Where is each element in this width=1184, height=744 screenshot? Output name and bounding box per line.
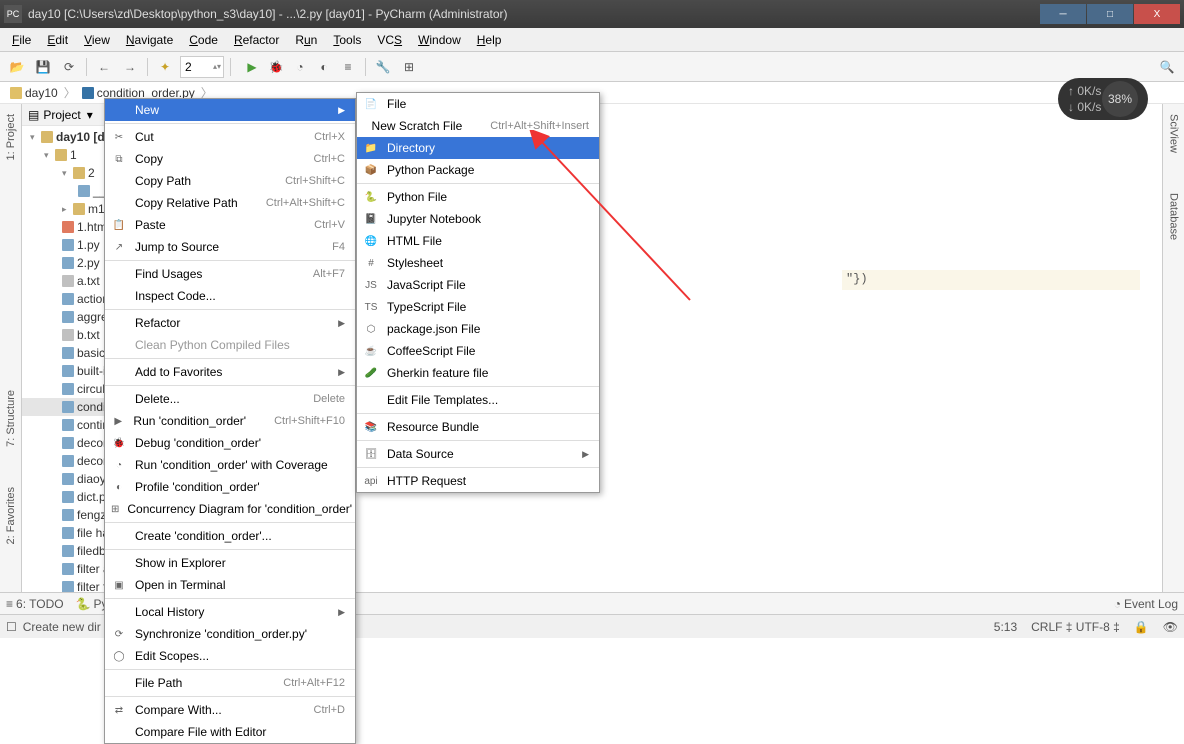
menu-item-stylesheet[interactable]: #Stylesheet <box>357 252 599 274</box>
menu-item-javascript-file[interactable]: JSJavaScript File <box>357 274 599 296</box>
menu-item-open-in-terminal[interactable]: ▣Open in Terminal <box>105 574 355 596</box>
menu-item-copy-path[interactable]: Copy PathCtrl+Shift+C <box>105 170 355 192</box>
layout-icon[interactable]: ≡ <box>337 56 359 78</box>
sciview-tool-button[interactable]: SciView <box>1168 114 1180 153</box>
network-widget[interactable]: ↑ 0K/s ↓ 0K/s 38% <box>1058 78 1148 120</box>
event-log-button[interactable]: ◔ Event Log <box>1114 597 1178 611</box>
context-menu-main[interactable]: New▶ ✂CutCtrl+X⧉CopyCtrl+CCopy PathCtrl+S… <box>104 98 356 744</box>
left-tool-gutter: 1: Project 7: Structure 2: Favorites <box>0 104 22 604</box>
menu-item-find-usages[interactable]: Find UsagesAlt+F7 <box>105 263 355 285</box>
menu-item-copy[interactable]: ⧉CopyCtrl+C <box>105 148 355 170</box>
toolbar: 📂 💾 ⟳ ← → ✦ ▴▾ ▶ 🐞 ◔ ◐ ≡ 🔧 ⊞ 🔍 <box>0 52 1184 82</box>
open-icon[interactable]: 📂 <box>6 56 28 78</box>
menu-window[interactable]: Window <box>410 33 469 47</box>
menu-item-profile-condition-order-[interactable]: ◐Profile 'condition_order' <box>105 476 355 498</box>
menu-item-jump-to-source[interactable]: ↗Jump to SourceF4 <box>105 236 355 258</box>
menu-item-resource-bundle[interactable]: 📚Resource Bundle <box>357 416 599 438</box>
spinner-input[interactable]: ▴▾ <box>180 56 224 78</box>
status-position[interactable]: 5:13 <box>994 620 1017 634</box>
menu-item-local-history[interactable]: Local History▶ <box>105 601 355 623</box>
context-menu-new[interactable]: 📄FileNew Scratch FileCtrl+Alt+Shift+Inse… <box>356 92 600 493</box>
profile-icon[interactable]: ◐ <box>313 56 335 78</box>
menu-item-refactor[interactable]: Refactor▶ <box>105 312 355 334</box>
search-icon[interactable]: 🔍 <box>1156 56 1178 78</box>
status-lock-icon[interactable]: 🔒 <box>1134 620 1149 634</box>
menu-file[interactable]: File <box>4 33 39 47</box>
menu-navigate[interactable]: Navigate <box>118 33 181 47</box>
menu-item-new-scratch-file[interactable]: New Scratch FileCtrl+Alt+Shift+Insert <box>357 115 599 137</box>
menu-item-file-path[interactable]: File PathCtrl+Alt+F12 <box>105 672 355 694</box>
menu-item-compare-file-with-editor[interactable]: Compare File with Editor <box>105 721 355 743</box>
menu-item-file[interactable]: 📄File <box>357 93 599 115</box>
menu-run[interactable]: Run <box>287 33 325 47</box>
menu-item-data-source[interactable]: 🗄Data Source▶ <box>357 443 599 465</box>
structure-tool-button[interactable]: 7: Structure <box>5 390 17 447</box>
window-min-button[interactable]: ─ <box>1040 4 1086 24</box>
menu-item-paste[interactable]: 📋PasteCtrl+V <box>105 214 355 236</box>
menu-item-show-in-explorer[interactable]: Show in Explorer <box>105 552 355 574</box>
database-tool-button[interactable]: Database <box>1168 193 1180 240</box>
menu-item-edit-file-templates-[interactable]: Edit File Templates... <box>357 389 599 411</box>
menu-item-compare-with-[interactable]: ⇄Compare With...Ctrl+D <box>105 699 355 721</box>
menu-item-delete-[interactable]: Delete...Delete <box>105 388 355 410</box>
breadcrumb-root[interactable]: day10 <box>6 86 62 100</box>
todo-tool-button[interactable]: ≡ 6: TODO <box>6 597 64 611</box>
menu-item-add-to-favorites[interactable]: Add to Favorites▶ <box>105 361 355 383</box>
wrench-icon[interactable]: 🔧 <box>372 56 394 78</box>
menu-item-create-condition-order-[interactable]: Create 'condition_order'... <box>105 525 355 547</box>
menu-item-edit-scopes-[interactable]: ◯Edit Scopes... <box>105 645 355 667</box>
menu-item-package-json-file[interactable]: ⬡package.json File <box>357 318 599 340</box>
app-icon: PC <box>4 5 22 23</box>
current-line-highlight <box>842 270 1140 290</box>
menu-item-python-file[interactable]: 🐍Python File <box>357 186 599 208</box>
menu-item-gherkin-feature-file[interactable]: 🥒Gherkin feature file <box>357 362 599 384</box>
window-max-button[interactable]: □ <box>1087 4 1133 24</box>
debug-icon[interactable]: 🐞 <box>265 56 287 78</box>
menu-item-directory[interactable]: 📁Directory <box>357 137 599 159</box>
status-encoding[interactable]: CRLF ‡ UTF-8 ‡ <box>1031 620 1120 634</box>
gear-icon[interactable]: ✦ <box>154 56 176 78</box>
menu-edit[interactable]: Edit <box>39 33 76 47</box>
title-bar: PC day10 [C:\Users\zd\Desktop\python_s3\… <box>0 0 1184 28</box>
menu-item-synchronize-condition-order-py-[interactable]: ⟳Synchronize 'condition_order.py' <box>105 623 355 645</box>
menu-tools[interactable]: Tools <box>325 33 369 47</box>
coverage-icon[interactable]: ◔ <box>289 56 311 78</box>
project-tool-button[interactable]: 1: Project <box>5 114 17 160</box>
menu-item-jupyter-notebook[interactable]: 📓Jupyter Notebook <box>357 208 599 230</box>
back-icon[interactable]: ← <box>93 56 115 78</box>
window-title: day10 [C:\Users\zd\Desktop\python_s3\day… <box>28 7 508 21</box>
code-fragment: "}) <box>846 272 868 286</box>
struct-icon[interactable]: ⊞ <box>398 56 420 78</box>
menu-item-typescript-file[interactable]: TSTypeScript File <box>357 296 599 318</box>
right-tool-gutter: SciView Database <box>1162 104 1184 604</box>
menu-item-run-condition-order-with-coverage[interactable]: ◔Run 'condition_order' with Coverage <box>105 454 355 476</box>
sync-icon[interactable]: ⟳ <box>58 56 80 78</box>
menu-item-debug-condition-order-[interactable]: 🐞Debug 'condition_order' <box>105 432 355 454</box>
menu-item-inspect-code-[interactable]: Inspect Code... <box>105 285 355 307</box>
menu-bar: File Edit View Navigate Code Refactor Ru… <box>0 28 1184 52</box>
menu-item-http-request[interactable]: apiHTTP Request <box>357 470 599 492</box>
menu-view[interactable]: View <box>76 33 118 47</box>
menu-item-html-file[interactable]: 🌐HTML File <box>357 230 599 252</box>
menu-refactor[interactable]: Refactor <box>226 33 287 47</box>
favorites-tool-button[interactable]: 2: Favorites <box>5 487 17 544</box>
menu-item-run-condition-order-[interactable]: ▶Run 'condition_order'Ctrl+Shift+F10 <box>105 410 355 432</box>
status-eye-icon[interactable]: 👁 <box>1163 620 1178 634</box>
run-icon[interactable]: ▶ <box>241 56 263 78</box>
menu-code[interactable]: Code <box>181 33 226 47</box>
menu-item-concurrency-diagram-for-condition-order-[interactable]: ⊞Concurrency Diagram for 'condition_orde… <box>105 498 355 520</box>
menu-item-coffeescript-file[interactable]: ☕CoffeeScript File <box>357 340 599 362</box>
menu-item-python-package[interactable]: 📦Python Package <box>357 159 599 181</box>
menu-item-new[interactable]: New▶ <box>105 99 355 121</box>
forward-icon[interactable]: → <box>119 56 141 78</box>
menu-item-clean-python-compiled-files[interactable]: Clean Python Compiled Files <box>105 334 355 356</box>
status-hint: Create new dir <box>23 620 101 634</box>
menu-item-cut[interactable]: ✂CutCtrl+X <box>105 126 355 148</box>
menu-item-copy-relative-path[interactable]: Copy Relative PathCtrl+Alt+Shift+C <box>105 192 355 214</box>
menu-vcs[interactable]: VCS <box>369 33 410 47</box>
menu-help[interactable]: Help <box>469 33 510 47</box>
window-close-button[interactable]: X <box>1134 4 1180 24</box>
save-icon[interactable]: 💾 <box>32 56 54 78</box>
